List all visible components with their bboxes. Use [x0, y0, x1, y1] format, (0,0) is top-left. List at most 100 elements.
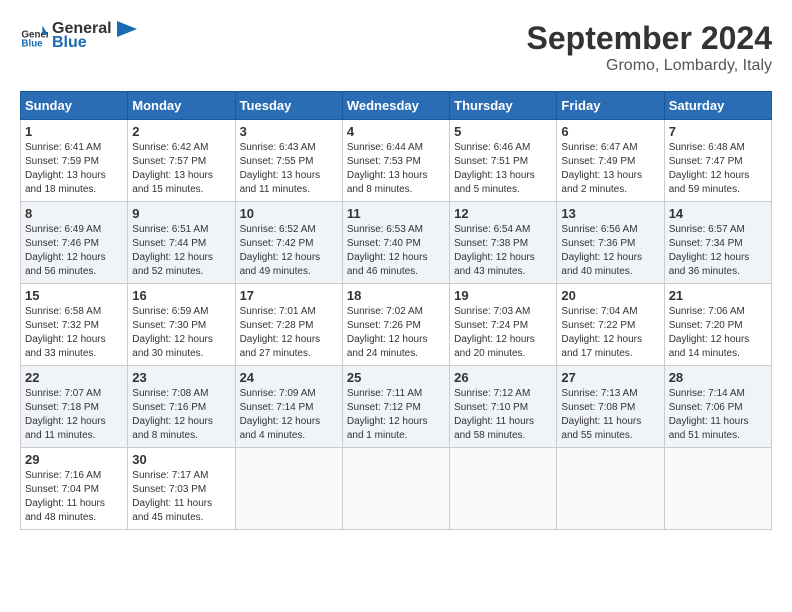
day-info: Sunrise: 6:47 AMSunset: 7:49 PMDaylight:…: [561, 142, 642, 195]
day-info: Sunrise: 7:04 AMSunset: 7:22 PMDaylight:…: [561, 306, 642, 359]
day-number: 27: [561, 370, 659, 385]
day-number: 25: [347, 370, 445, 385]
day-info: Sunrise: 6:56 AMSunset: 7:36 PMDaylight:…: [561, 224, 642, 277]
day-number: 19: [454, 288, 552, 303]
table-cell: [235, 448, 342, 530]
day-number: 10: [240, 206, 338, 221]
svg-text:Blue: Blue: [21, 38, 43, 49]
table-cell: 29 Sunrise: 7:16 AMSunset: 7:04 PMDaylig…: [21, 448, 128, 530]
table-cell: 28 Sunrise: 7:14 AMSunset: 7:06 PMDaylig…: [664, 366, 771, 448]
day-number: 4: [347, 124, 445, 139]
logo-arrow-icon: [117, 21, 137, 37]
day-number: 12: [454, 206, 552, 221]
day-info: Sunrise: 7:07 AMSunset: 7:18 PMDaylight:…: [25, 388, 106, 441]
col-monday: Monday: [128, 92, 235, 120]
col-wednesday: Wednesday: [342, 92, 449, 120]
table-cell: 19 Sunrise: 7:03 AMSunset: 7:24 PMDaylig…: [450, 284, 557, 366]
day-info: Sunrise: 7:03 AMSunset: 7:24 PMDaylight:…: [454, 306, 535, 359]
title-area: September 2024 Gromo, Lombardy, Italy: [527, 20, 772, 75]
month-title: September 2024: [527, 20, 772, 57]
calendar-row: 15 Sunrise: 6:58 AMSunset: 7:32 PMDaylig…: [21, 284, 772, 366]
table-cell: 5 Sunrise: 6:46 AMSunset: 7:51 PMDayligh…: [450, 120, 557, 202]
table-cell: 10 Sunrise: 6:52 AMSunset: 7:42 PMDaylig…: [235, 202, 342, 284]
day-info: Sunrise: 7:11 AMSunset: 7:12 PMDaylight:…: [347, 388, 428, 441]
day-info: Sunrise: 7:13 AMSunset: 7:08 PMDaylight:…: [561, 388, 641, 441]
day-number: 23: [132, 370, 230, 385]
day-info: Sunrise: 6:58 AMSunset: 7:32 PMDaylight:…: [25, 306, 106, 359]
table-cell: 21 Sunrise: 7:06 AMSunset: 7:20 PMDaylig…: [664, 284, 771, 366]
day-info: Sunrise: 7:12 AMSunset: 7:10 PMDaylight:…: [454, 388, 534, 441]
day-info: Sunrise: 6:54 AMSunset: 7:38 PMDaylight:…: [454, 224, 535, 277]
day-number: 22: [25, 370, 123, 385]
table-cell: 9 Sunrise: 6:51 AMSunset: 7:44 PMDayligh…: [128, 202, 235, 284]
day-number: 28: [669, 370, 767, 385]
table-cell: 16 Sunrise: 6:59 AMSunset: 7:30 PMDaylig…: [128, 284, 235, 366]
table-cell: 25 Sunrise: 7:11 AMSunset: 7:12 PMDaylig…: [342, 366, 449, 448]
table-cell: 12 Sunrise: 6:54 AMSunset: 7:38 PMDaylig…: [450, 202, 557, 284]
day-info: Sunrise: 6:52 AMSunset: 7:42 PMDaylight:…: [240, 224, 321, 277]
table-cell: 2 Sunrise: 6:42 AMSunset: 7:57 PMDayligh…: [128, 120, 235, 202]
table-cell: 1 Sunrise: 6:41 AMSunset: 7:59 PMDayligh…: [21, 120, 128, 202]
day-number: 18: [347, 288, 445, 303]
day-number: 11: [347, 206, 445, 221]
day-number: 9: [132, 206, 230, 221]
day-number: 14: [669, 206, 767, 221]
table-cell: 23 Sunrise: 7:08 AMSunset: 7:16 PMDaylig…: [128, 366, 235, 448]
day-number: 2: [132, 124, 230, 139]
day-info: Sunrise: 7:14 AMSunset: 7:06 PMDaylight:…: [669, 388, 749, 441]
table-cell: 6 Sunrise: 6:47 AMSunset: 7:49 PMDayligh…: [557, 120, 664, 202]
day-info: Sunrise: 6:53 AMSunset: 7:40 PMDaylight:…: [347, 224, 428, 277]
calendar-table: Sunday Monday Tuesday Wednesday Thursday…: [20, 91, 772, 530]
table-cell: 30 Sunrise: 7:17 AMSunset: 7:03 PMDaylig…: [128, 448, 235, 530]
table-cell: 27 Sunrise: 7:13 AMSunset: 7:08 PMDaylig…: [557, 366, 664, 448]
col-thursday: Thursday: [450, 92, 557, 120]
day-number: 6: [561, 124, 659, 139]
day-info: Sunrise: 6:51 AMSunset: 7:44 PMDaylight:…: [132, 224, 213, 277]
day-number: 16: [132, 288, 230, 303]
day-info: Sunrise: 6:57 AMSunset: 7:34 PMDaylight:…: [669, 224, 750, 277]
table-cell: 15 Sunrise: 6:58 AMSunset: 7:32 PMDaylig…: [21, 284, 128, 366]
day-number: 29: [25, 452, 123, 467]
day-info: Sunrise: 6:46 AMSunset: 7:51 PMDaylight:…: [454, 142, 535, 195]
table-cell: 20 Sunrise: 7:04 AMSunset: 7:22 PMDaylig…: [557, 284, 664, 366]
calendar-row: 22 Sunrise: 7:07 AMSunset: 7:18 PMDaylig…: [21, 366, 772, 448]
table-cell: 13 Sunrise: 6:56 AMSunset: 7:36 PMDaylig…: [557, 202, 664, 284]
col-saturday: Saturday: [664, 92, 771, 120]
header: General Blue General Blue September 2024…: [20, 20, 772, 75]
table-cell: 26 Sunrise: 7:12 AMSunset: 7:10 PMDaylig…: [450, 366, 557, 448]
location-subtitle: Gromo, Lombardy, Italy: [527, 57, 772, 75]
table-cell: 11 Sunrise: 6:53 AMSunset: 7:40 PMDaylig…: [342, 202, 449, 284]
day-number: 7: [669, 124, 767, 139]
table-cell: 8 Sunrise: 6:49 AMSunset: 7:46 PMDayligh…: [21, 202, 128, 284]
day-info: Sunrise: 7:17 AMSunset: 7:03 PMDaylight:…: [132, 470, 212, 523]
table-cell: [342, 448, 449, 530]
col-tuesday: Tuesday: [235, 92, 342, 120]
table-cell: 24 Sunrise: 7:09 AMSunset: 7:14 PMDaylig…: [235, 366, 342, 448]
calendar-row: 1 Sunrise: 6:41 AMSunset: 7:59 PMDayligh…: [21, 120, 772, 202]
day-number: 30: [132, 452, 230, 467]
table-cell: 14 Sunrise: 6:57 AMSunset: 7:34 PMDaylig…: [664, 202, 771, 284]
day-info: Sunrise: 6:44 AMSunset: 7:53 PMDaylight:…: [347, 142, 428, 195]
calendar-row: 8 Sunrise: 6:49 AMSunset: 7:46 PMDayligh…: [21, 202, 772, 284]
table-cell: 7 Sunrise: 6:48 AMSunset: 7:47 PMDayligh…: [664, 120, 771, 202]
table-cell: [557, 448, 664, 530]
day-info: Sunrise: 6:49 AMSunset: 7:46 PMDaylight:…: [25, 224, 106, 277]
calendar-header-row: Sunday Monday Tuesday Wednesday Thursday…: [21, 92, 772, 120]
day-info: Sunrise: 7:06 AMSunset: 7:20 PMDaylight:…: [669, 306, 750, 359]
logo: General Blue General Blue: [20, 20, 138, 52]
table-cell: [450, 448, 557, 530]
day-number: 24: [240, 370, 338, 385]
day-info: Sunrise: 6:42 AMSunset: 7:57 PMDaylight:…: [132, 142, 213, 195]
day-info: Sunrise: 7:08 AMSunset: 7:16 PMDaylight:…: [132, 388, 213, 441]
day-info: Sunrise: 6:41 AMSunset: 7:59 PMDaylight:…: [25, 142, 106, 195]
day-number: 17: [240, 288, 338, 303]
day-number: 26: [454, 370, 552, 385]
day-info: Sunrise: 7:02 AMSunset: 7:26 PMDaylight:…: [347, 306, 428, 359]
day-info: Sunrise: 6:43 AMSunset: 7:55 PMDaylight:…: [240, 142, 321, 195]
col-friday: Friday: [557, 92, 664, 120]
day-number: 21: [669, 288, 767, 303]
table-cell: 3 Sunrise: 6:43 AMSunset: 7:55 PMDayligh…: [235, 120, 342, 202]
day-number: 15: [25, 288, 123, 303]
col-sunday: Sunday: [21, 92, 128, 120]
day-number: 3: [240, 124, 338, 139]
